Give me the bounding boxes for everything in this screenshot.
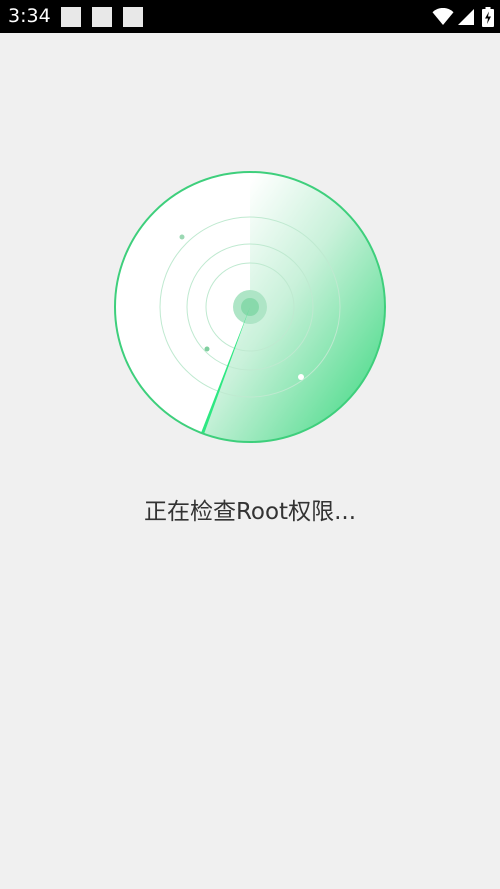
radar-blip <box>298 374 304 380</box>
battery-charging-icon <box>482 7 494 27</box>
radar-blip <box>179 234 185 240</box>
status-message: 正在检查Root权限... <box>143 499 357 525</box>
status-time: 3:34 <box>8 5 51 27</box>
radar-blip <box>204 346 210 352</box>
notification-icon <box>123 7 143 27</box>
system-icons <box>432 6 494 28</box>
cell-signal-icon <box>458 9 474 25</box>
notification-icon <box>92 7 112 27</box>
status-bar: 3:34 <box>0 0 500 33</box>
wifi-icon <box>432 8 454 25</box>
radar-scanner <box>113 170 387 444</box>
notification-icon <box>61 7 81 27</box>
radar-graphic <box>114 171 386 443</box>
